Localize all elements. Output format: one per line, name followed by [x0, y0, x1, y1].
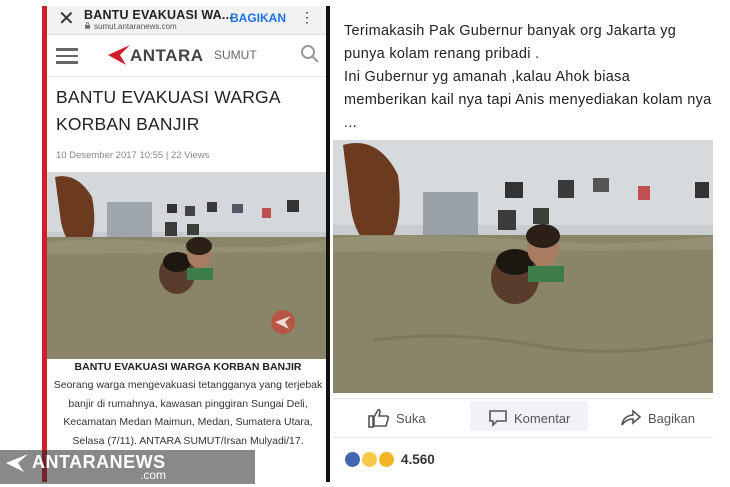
photo-caption-body: Seorang warga mengevakuasi tetangganya y…: [53, 379, 323, 447]
like-button[interactable]: Suka: [368, 404, 426, 432]
kebab-icon[interactable]: ⋮: [300, 9, 314, 26]
haha-reaction-icon: [362, 451, 377, 467]
reactions-summary[interactable]: 4.560: [345, 448, 435, 470]
antara-logo-icon: [108, 45, 130, 65]
comment-label: Komentar: [514, 410, 571, 426]
antara-watermark-icon: [6, 454, 28, 472]
search-icon[interactable]: [300, 44, 320, 64]
share-post-button[interactable]: Bagikan: [620, 404, 695, 432]
tab-title: BANTU EVAKUASI WA...: [84, 8, 233, 22]
site-logo-sub: SUMUT: [214, 48, 257, 62]
photo-caption-title: BANTU EVAKUASI WARGA KORBAN BANJIR: [74, 361, 302, 373]
post-photo: [333, 140, 713, 393]
reaction-count: 4.560: [401, 451, 435, 467]
article-meta: 10 Desember 2017 10:55 | 22 Views: [56, 150, 210, 161]
lock-icon: [85, 22, 90, 29]
comment-button[interactable]: Komentar: [488, 404, 570, 432]
site-logo-text: ANTARA: [130, 46, 204, 65]
like-label: Suka: [396, 410, 426, 426]
hamburger-icon[interactable]: [56, 48, 78, 64]
share-button[interactable]: BAGIKAN: [230, 11, 286, 25]
share-icon: [621, 409, 642, 426]
article-title: BANTU EVAKUASI WARGA KORBAN BANJIR: [56, 87, 280, 134]
like-icon: [368, 408, 390, 428]
flood-photo: [47, 172, 326, 359]
divider-rule: [326, 6, 330, 482]
like-reaction-icon: [345, 451, 360, 467]
watermark-domain: .com: [140, 468, 167, 482]
post-text: Terimakasih Pak Gubernur banyak org Jaka…: [344, 23, 712, 131]
share-label: Bagikan: [648, 410, 695, 426]
wow-reaction-icon: [379, 451, 394, 467]
close-icon[interactable]: ✕: [58, 9, 75, 29]
comment-icon: [489, 410, 507, 427]
tab-url: sumut.antaranews.com: [94, 22, 177, 31]
